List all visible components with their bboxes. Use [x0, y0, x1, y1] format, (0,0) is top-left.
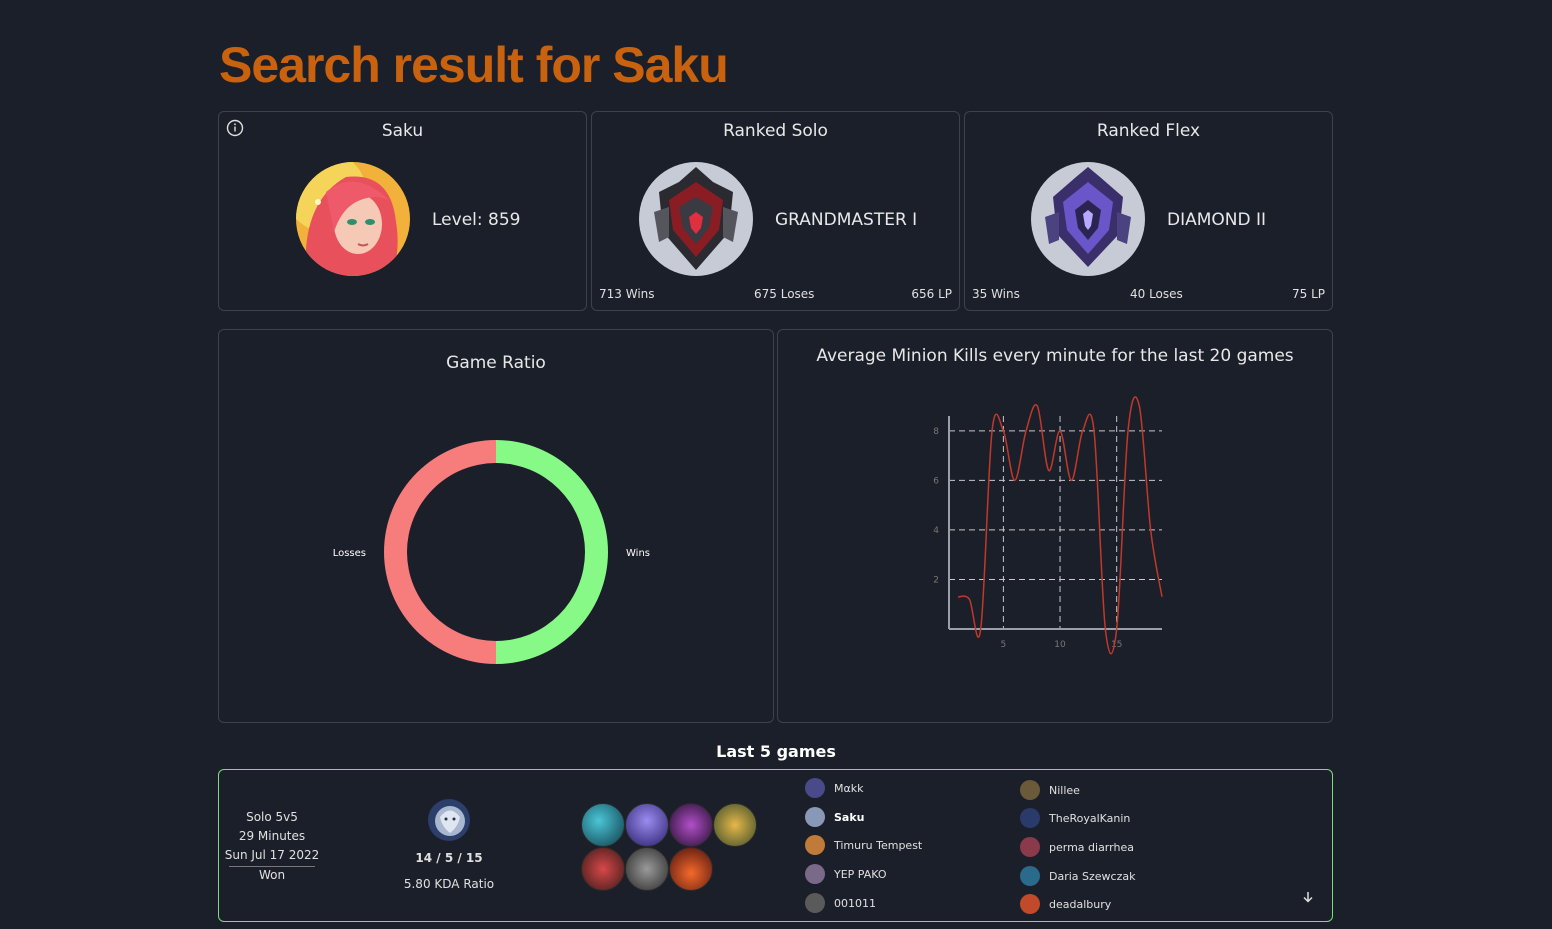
profile-avatar [296, 162, 410, 276]
x-tick-label: 10 [1054, 640, 1066, 650]
item-6-icon [625, 847, 669, 891]
kda-ratio: 5.80 KDA Ratio [403, 877, 495, 891]
diamond-emblem [1031, 162, 1145, 276]
ranked-flex-losses: 40 Loses [1130, 287, 1183, 301]
ranked-flex-card: Ranked Flex DIAMOND II 35 Wins 40 Loses … [964, 111, 1333, 311]
player-champion-icon [1020, 837, 1040, 857]
player-entry[interactable]: deadalbury [1020, 894, 1111, 914]
item-5-icon [581, 847, 625, 891]
player-name: deadalbury [1049, 897, 1112, 911]
game-date: Sun Jul 17 2022 [224, 848, 320, 862]
divider [229, 866, 315, 867]
player-name: Saku [834, 810, 865, 824]
game-mode: Solo 5v5 [246, 810, 298, 824]
player-champion-icon [1020, 894, 1040, 914]
game-result: Won [258, 868, 286, 882]
item-4-icon [713, 803, 757, 847]
item-1-icon [581, 803, 625, 847]
donut-slice-wins[interactable] [496, 440, 608, 664]
y-tick-label: 8 [933, 427, 939, 437]
item-3-icon [669, 803, 713, 847]
champion-icon [428, 799, 470, 841]
player-name: 001011 [834, 896, 876, 910]
player-champion-icon [805, 778, 825, 798]
player-name: YEP PAKO [834, 867, 887, 881]
last-games-title: Last 5 games [716, 742, 836, 761]
player-entry[interactable]: Mαkk [805, 778, 863, 798]
game-card[interactable]: Solo 5v5 29 Minutes Sun Jul 17 2022 Won … [218, 769, 1333, 922]
game-ratio-donut-chart: Wins Losses [333, 440, 650, 664]
player-name: perma diarrhea [1049, 840, 1134, 854]
player-name: Timuru Tempest [834, 838, 923, 852]
ranked-flex-rank: DIAMOND II [1167, 210, 1267, 230]
item-2-icon [625, 803, 669, 847]
player-champion-icon [805, 835, 825, 855]
grandmaster-emblem [639, 162, 753, 276]
player-name: Nillee [1049, 783, 1080, 797]
ranked-solo-wins: 713 Wins [599, 287, 655, 301]
player-name: Daria Szewczak [1049, 869, 1136, 883]
player-entry[interactable]: TheRoyalKanin [1020, 808, 1130, 828]
expand-arrow-icon[interactable] [1301, 890, 1315, 904]
player-champion-icon [805, 893, 825, 913]
player-champion-icon [805, 864, 825, 884]
page-title: Search result for Saku [219, 37, 729, 93]
game-duration: 29 Minutes [238, 829, 306, 843]
minion-kills-line [957, 396, 1163, 655]
y-tick-label: 2 [933, 575, 939, 585]
player-champion-icon [805, 807, 825, 827]
summoner-name: Saku [381, 121, 424, 141]
player-entry[interactable]: Saku [805, 807, 865, 827]
kda-score: 14 / 5 / 15 [415, 851, 483, 865]
player-entry[interactable]: Nillee [1020, 780, 1080, 800]
game-ratio-card: Game Ratio Wins Losses [218, 329, 774, 723]
ranked-flex-lp: 75 LP [1291, 287, 1325, 301]
player-champion-icon [1020, 808, 1040, 828]
player-entry[interactable]: Daria Szewczak [1020, 866, 1135, 886]
player-entry[interactable]: 001011 [805, 893, 876, 913]
donut-slice-losses[interactable] [384, 440, 496, 664]
ranked-flex-title: Ranked Flex [1096, 121, 1201, 141]
x-tick-label: 15 [1111, 640, 1122, 650]
ranked-flex-wins: 35 Wins [972, 287, 1020, 301]
minion-chart-card: Average Minion Kills every minute for th… [777, 329, 1333, 723]
ranked-solo-lp: 656 LP [911, 287, 952, 301]
player-entry[interactable]: perma diarrhea [1020, 837, 1134, 857]
ranked-solo-rank: GRANDMASTER I [775, 210, 918, 230]
y-tick-label: 4 [933, 526, 939, 536]
ranked-solo-losses: 675 Loses [754, 287, 815, 301]
player-name: TheRoyalKanin [1049, 811, 1131, 825]
profile-card: Saku Level: 859 [218, 111, 587, 311]
player-champion-icon [1020, 780, 1040, 800]
ranked-solo-title: Ranked Solo [723, 121, 828, 141]
y-tick-label: 6 [933, 476, 939, 486]
player-champion-icon [1020, 866, 1040, 886]
x-tick-label: 5 [1001, 640, 1007, 650]
ranked-solo-card: Ranked Solo GRANDMASTER I 713 Wins 675 L… [591, 111, 960, 311]
donut-label-losses: Losses [333, 548, 366, 559]
player-entry[interactable]: YEP PAKO [805, 864, 887, 884]
item-7-icon [669, 847, 713, 891]
minion-line-chart: 2 4 6 8 5 10 15 [933, 396, 1163, 655]
player-name: Mαkk [834, 781, 864, 795]
player-entry[interactable]: Timuru Tempest [805, 835, 922, 855]
summoner-level: Level: 859 [432, 210, 521, 230]
donut-label-wins: Wins [626, 548, 650, 559]
